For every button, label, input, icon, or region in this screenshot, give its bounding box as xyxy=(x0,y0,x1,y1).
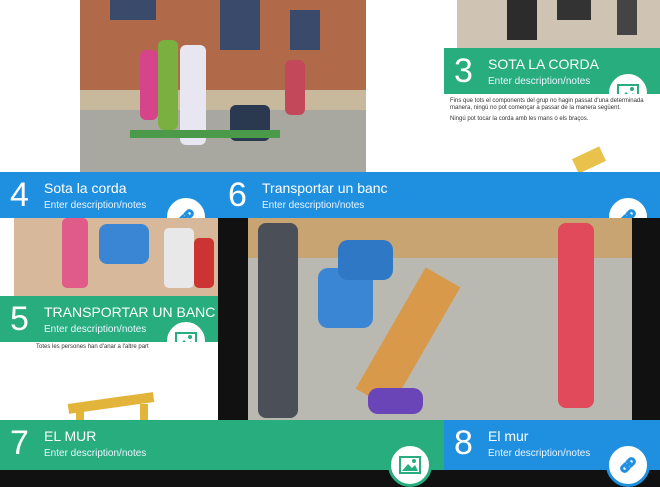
person xyxy=(158,40,178,130)
window xyxy=(110,0,156,20)
tile-5-number: 5 xyxy=(10,300,29,338)
window xyxy=(290,10,320,50)
person xyxy=(285,60,305,115)
ground xyxy=(80,110,366,172)
tile-6-title: Transportar un banc xyxy=(262,180,388,196)
tile-7-banner[interactable]: 7 EL MUR Enter description/notes xyxy=(0,420,444,470)
tile-3-description[interactable]: Enter description/notes xyxy=(488,76,590,87)
tile-8-description[interactable]: Enter description/notes xyxy=(488,448,590,459)
link-icon xyxy=(620,457,636,473)
tile-5-title: TRANSPORTAR UN BANC xyxy=(44,304,216,320)
tile-4-number: 4 xyxy=(10,176,29,214)
person xyxy=(62,218,88,288)
tile-5-description[interactable]: Enter description/notes xyxy=(44,324,146,335)
doc-paragraph: Fins que tots el components del grup no … xyxy=(450,98,644,111)
image-icon-button[interactable] xyxy=(388,443,432,487)
tile-4-description[interactable]: Enter description/notes xyxy=(44,200,146,211)
person xyxy=(194,238,214,288)
blank-area xyxy=(0,218,14,296)
tile-3-document[interactable]: Fins que tots el components del grup no … xyxy=(444,94,660,172)
black-margin xyxy=(632,218,660,420)
tile-8-number: 8 xyxy=(454,424,473,462)
window xyxy=(220,0,260,50)
tile-3-number: 3 xyxy=(454,52,473,90)
scooter-board xyxy=(368,388,423,414)
bench-leg xyxy=(140,404,148,420)
tile-6-description[interactable]: Enter description/notes xyxy=(262,200,364,211)
rope-drawing xyxy=(572,146,606,172)
tile-photo-schoolyard[interactable] xyxy=(80,0,366,172)
tile-7-number: 7 xyxy=(10,424,29,462)
bench xyxy=(130,130,280,138)
person xyxy=(258,223,298,418)
link-icon-button[interactable] xyxy=(606,443,650,487)
tile-6-banner[interactable]: 6 Transportar un banc Enter description/… xyxy=(218,172,660,218)
tile-4-photo[interactable] xyxy=(14,218,218,296)
person xyxy=(99,224,149,264)
person xyxy=(558,223,594,408)
black-margin xyxy=(218,218,248,420)
tile-8-title: El mur xyxy=(488,428,529,444)
person xyxy=(140,50,158,120)
blank-area xyxy=(0,0,80,172)
person xyxy=(164,228,194,288)
tile-5-document[interactable]: Totes les persones han d'anar a l'altre … xyxy=(30,342,218,420)
tile-3-title: SOTA LA CORDA xyxy=(488,56,599,72)
tile-6-number: 6 xyxy=(228,176,247,214)
person xyxy=(617,0,637,35)
bench-leg xyxy=(76,408,84,420)
blank-area xyxy=(0,342,30,420)
person xyxy=(557,0,591,20)
tile-7-title: EL MUR xyxy=(44,428,97,444)
tile-4-title: Sota la corda xyxy=(44,180,127,196)
person xyxy=(338,240,393,280)
blank-area xyxy=(444,0,457,48)
person xyxy=(507,0,537,40)
tile-photo-rope[interactable] xyxy=(457,0,660,48)
blank-area xyxy=(366,0,444,172)
tile-7-description[interactable]: Enter description/notes xyxy=(44,448,146,459)
doc-paragraph: Ningú pot tocar la corda amb les mans o … xyxy=(450,116,589,122)
image-icon xyxy=(399,456,421,474)
doc-paragraph: Totes les persones han d'anar a l'altre … xyxy=(36,344,149,350)
tile-6-photo[interactable] xyxy=(248,218,632,420)
